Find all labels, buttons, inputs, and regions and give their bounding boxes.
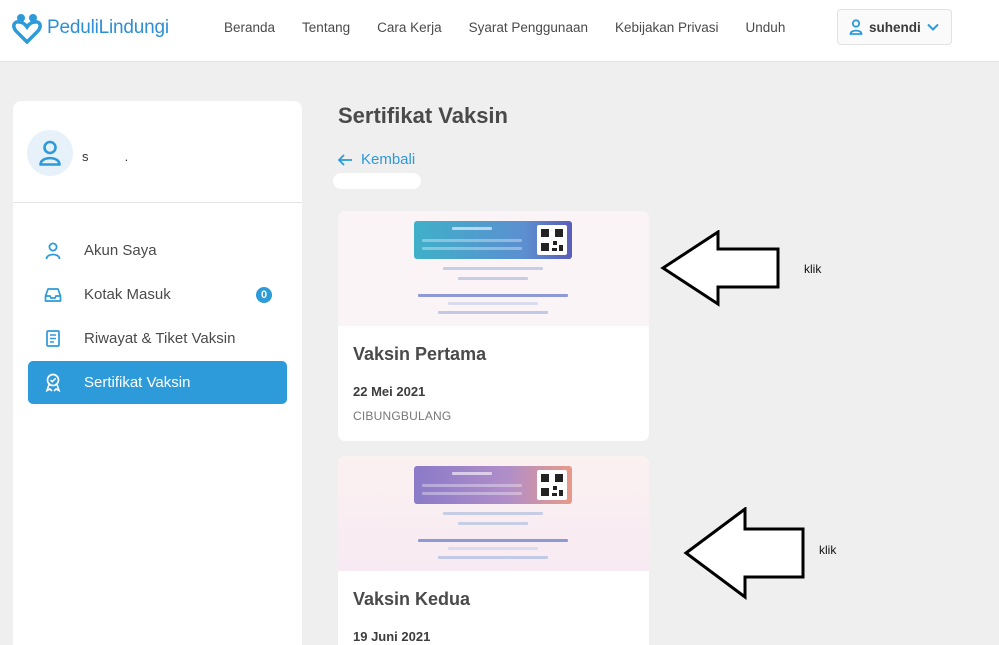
sidebar: s . Akun Saya Kotak Masuk 0 Riwayat & Ti… — [13, 101, 302, 645]
user-name: suhendi — [869, 19, 921, 35]
certificate-banner — [414, 221, 572, 259]
annotation-arrow-left-icon — [683, 507, 805, 600]
certificate-card-first[interactable]: Vaksin Pertama 22 Mei 2021 CIBUNGBULANG — [338, 211, 649, 441]
vaccine-date: 22 Mei 2021 — [353, 384, 426, 399]
nav-kebijakan-privasi[interactable]: Kebijakan Privasi — [615, 20, 719, 35]
sidebar-item-label: Akun Saya — [84, 242, 157, 259]
nav-unduh[interactable]: Unduh — [746, 20, 786, 35]
sidebar-item-sertifikat-vaksin[interactable]: Sertifikat Vaksin — [28, 361, 287, 404]
brand-logo[interactable]: PeduliLindungi — [12, 12, 169, 44]
card-body: Vaksin Pertama 22 Mei 2021 CIBUNGBULANG — [338, 344, 649, 423]
arrow-left-icon — [338, 153, 352, 166]
nav-beranda[interactable]: Beranda — [224, 20, 275, 35]
page-title: Sertifikat Vaksin — [338, 103, 508, 128]
sidebar-menu: Akun Saya Kotak Masuk 0 Riwayat & Tiket … — [28, 229, 287, 405]
award-icon — [42, 373, 64, 392]
nav-cara-kerja[interactable]: Cara Kerja — [377, 20, 442, 35]
certificate-thumbnail — [338, 456, 649, 571]
sidebar-item-label: Riwayat & Tiket Vaksin — [84, 330, 236, 347]
person-icon — [42, 242, 64, 260]
back-link[interactable]: Kembali — [338, 151, 415, 168]
top-header: PeduliLindungi Beranda Tentang Cara Kerj… — [0, 0, 999, 62]
vaccine-date: 19 Juni 2021 — [353, 629, 431, 644]
annotation-label: klik — [819, 543, 837, 557]
profile-name: s . — [82, 149, 129, 164]
profile-section: s . — [13, 101, 302, 203]
sidebar-item-label: Kotak Masuk — [84, 286, 171, 303]
qr-code-icon — [537, 470, 567, 500]
brand-name: PeduliLindungi — [47, 17, 169, 38]
avatar — [27, 130, 73, 176]
user-menu-button[interactable]: suhendi — [837, 9, 952, 45]
vaccine-dose-name: Vaksin Pertama — [353, 344, 487, 364]
sidebar-item-label: Sertifikat Vaksin — [84, 374, 191, 391]
certificate-thumbnail — [338, 211, 649, 326]
certificate-banner — [414, 466, 572, 504]
user-avatar-icon — [39, 140, 61, 166]
sidebar-item-riwayat-tiket[interactable]: Riwayat & Tiket Vaksin — [28, 317, 287, 360]
back-link-label: Kembali — [361, 151, 416, 168]
nav-tentang[interactable]: Tentang — [302, 20, 350, 35]
sidebar-item-kotak-masuk[interactable]: Kotak Masuk 0 — [28, 273, 287, 316]
card-body: Vaksin Kedua 19 Juni 2021 — [338, 589, 649, 644]
heart-people-icon — [12, 14, 42, 44]
user-icon — [849, 19, 863, 35]
redaction-mark — [333, 173, 421, 189]
chevron-down-icon — [927, 23, 939, 31]
annotation-arrow-left-icon — [660, 230, 780, 307]
qr-code-icon — [537, 225, 567, 255]
main-nav: Beranda Tentang Cara Kerja Syarat Penggu… — [224, 20, 812, 35]
vaccine-dose-name: Vaksin Kedua — [353, 589, 471, 609]
sidebar-item-akun-saya[interactable]: Akun Saya — [28, 229, 287, 272]
inbox-icon — [42, 287, 64, 303]
inbox-count-badge: 0 — [256, 287, 272, 303]
vaccine-location: CIBUNGBULANG — [353, 409, 452, 423]
document-icon — [42, 330, 64, 347]
annotation-label: klik — [804, 262, 822, 276]
certificate-card-second[interactable]: Vaksin Kedua 19 Juni 2021 — [338, 456, 649, 645]
nav-syarat-penggunaan[interactable]: Syarat Penggunaan — [469, 20, 588, 35]
